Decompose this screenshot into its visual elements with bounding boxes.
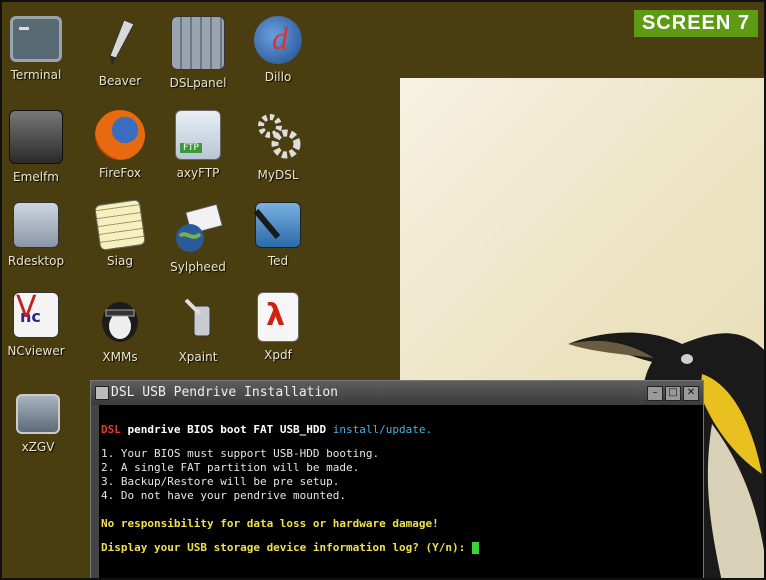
desktop-icon-terminal[interactable]: Terminal	[2, 16, 76, 82]
minimize-button[interactable]: –	[647, 386, 663, 401]
desktop-icon-emelfm[interactable]: Emelfm	[2, 110, 76, 184]
xmms-penguin-icon	[94, 292, 146, 344]
file-manager-icon	[9, 110, 63, 164]
desktop-icon-dslpanel[interactable]: DSLpanel	[158, 16, 238, 90]
panel-icon	[171, 16, 225, 70]
ted-pen-icon	[253, 202, 301, 248]
terminal-prompt: Display your USB storage device informat…	[101, 541, 472, 554]
terminal-line: 3. Backup/Restore will be pre setup.	[101, 475, 340, 488]
close-button[interactable]: ✕	[683, 386, 699, 401]
spreadsheet-icon	[94, 199, 146, 251]
desktop-icon-xmms[interactable]: XMMs	[80, 292, 160, 364]
terminal-prompt-line[interactable]: Display your USB storage device informat…	[101, 541, 693, 555]
image-viewer-icon	[16, 394, 60, 434]
desktop-icon-dillo[interactable]: d Dillo	[238, 16, 318, 84]
text-cursor	[471, 542, 479, 554]
desktop-icon-mydsl[interactable]: MyDSL	[238, 110, 318, 182]
terminal-titlebar[interactable]: DSL USB Pendrive Installation – □ ✕	[91, 381, 703, 405]
desktop-icon-firefox[interactable]: FireFox	[80, 110, 160, 180]
terminal-scrollbar[interactable]	[91, 405, 99, 578]
terminal-window[interactable]: DSL USB Pendrive Installation – □ ✕ DSL …	[90, 380, 704, 578]
terminal-line: 4. Do not have your pendrive mounted.	[101, 489, 347, 502]
desktop-icon-beaver[interactable]: Beaver	[80, 16, 160, 88]
terminal-warning: No responsibility for data loss or hardw…	[101, 517, 439, 530]
vnc-icon: nc V	[13, 292, 59, 338]
desktop-icon-axyftp[interactable]: FTP axyFTP	[158, 110, 238, 180]
desktop: SCREEN 7 Terminal Emelfm Rdesktop nc V NC…	[0, 0, 766, 580]
desktop-icon-xzgv[interactable]: xZGV	[2, 394, 78, 454]
maximize-button[interactable]: □	[665, 386, 681, 401]
gears-icon	[252, 110, 304, 162]
desktop-icon-xpaint[interactable]: Xpaint	[158, 292, 238, 364]
ftp-icon: FTP	[175, 110, 221, 160]
desktop-icon-ted[interactable]: Ted	[238, 202, 318, 268]
window-menu-button[interactable]	[95, 386, 109, 400]
terminal-header-line: DSL pendrive BIOS boot FAT USB_HDD insta…	[101, 423, 433, 436]
desktop-icon-sylpheed[interactable]: Sylpheed	[158, 202, 238, 274]
desktop-icon-rdesktop[interactable]: Rdesktop	[2, 202, 76, 268]
paint-icon	[172, 292, 224, 344]
pen-icon	[94, 16, 146, 68]
terminal-icon	[10, 16, 62, 62]
dillo-globe-icon: d	[254, 16, 302, 64]
rdesktop-icon	[13, 202, 59, 248]
terminal-line: 2. A single FAT partition will be made.	[101, 461, 360, 474]
terminal-title: DSL USB Pendrive Installation	[111, 385, 338, 400]
pdf-icon: λ	[257, 292, 299, 342]
mail-globe-icon	[172, 202, 224, 254]
desktop-icon-siag[interactable]: Siag	[80, 199, 160, 268]
desktop-icon-ncviewer[interactable]: nc V NCviewer	[2, 292, 76, 358]
firefox-icon	[95, 110, 145, 160]
terminal-output[interactable]: DSL pendrive BIOS boot FAT USB_HDD insta…	[101, 409, 693, 578]
terminal-line: 1. Your BIOS must support USB-HDD bootin…	[101, 447, 380, 460]
desktop-icon-xpdf[interactable]: λ Xpdf	[238, 292, 318, 362]
screen-number-badge: SCREEN 7	[633, 10, 758, 37]
